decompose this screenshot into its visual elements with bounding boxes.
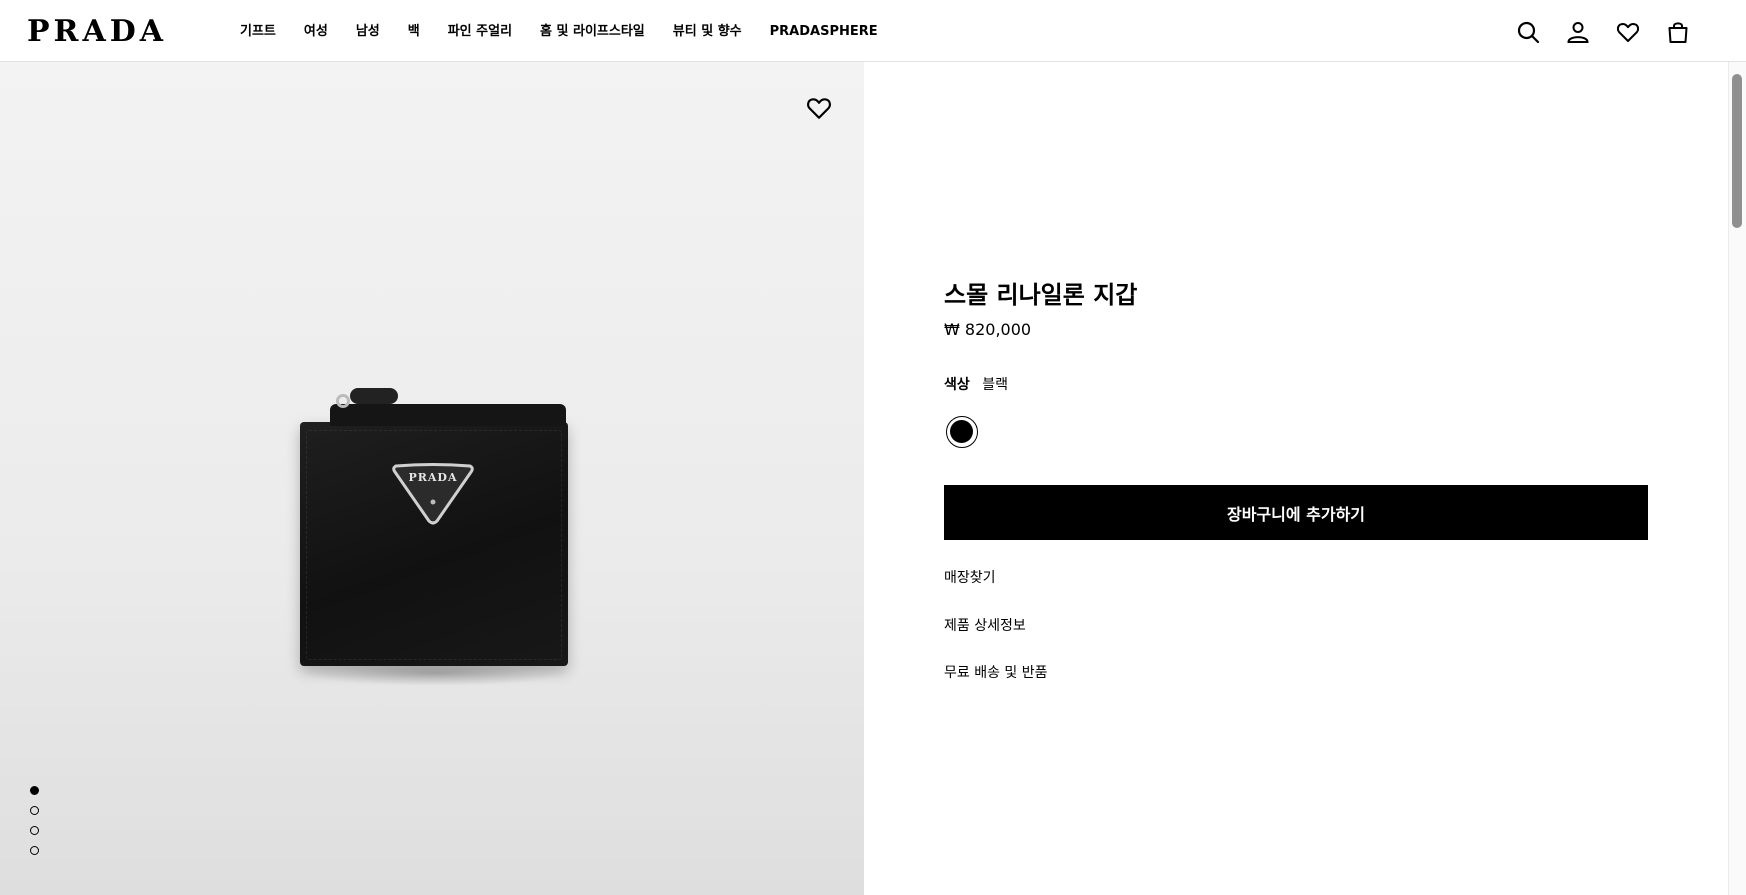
- product-gallery[interactable]: PRADA: [0, 62, 864, 895]
- gallery-pagination: [30, 786, 39, 855]
- gallery-dot-3[interactable]: [30, 826, 39, 835]
- nav-item-bags[interactable]: 백: [408, 24, 420, 40]
- find-store-link[interactable]: 매장찾기: [944, 567, 996, 587]
- gallery-dot-1[interactable]: [30, 786, 39, 795]
- color-swatch-black[interactable]: [946, 416, 978, 448]
- add-to-cart-button[interactable]: 장바구니에 추가하기: [944, 485, 1648, 540]
- scrollbar-thumb[interactable]: [1732, 74, 1742, 228]
- color-selector-label: 색상 블랙: [944, 374, 1008, 394]
- gallery-dot-2[interactable]: [30, 806, 39, 815]
- heart-outline-icon[interactable]: [806, 95, 832, 121]
- zipper-ring: [336, 394, 350, 408]
- free-shipping-returns-link[interactable]: 무료 배송 및 반품: [944, 662, 1048, 682]
- header-icons: [1516, 20, 1690, 44]
- nav-item-beauty-fragrance[interactable]: 뷰티 및 향수: [673, 24, 742, 40]
- site-header: PRADA 기프트 여성 남성 백 파인 주얼리 홈 및 라이프스타일 뷰티 및…: [0, 0, 1746, 62]
- nav-item-gift[interactable]: 기프트: [240, 24, 276, 40]
- wishlist-icon[interactable]: [1616, 20, 1640, 44]
- shopping-bag-icon[interactable]: [1666, 20, 1690, 44]
- account-icon[interactable]: [1566, 20, 1590, 44]
- product-title: 스몰 리나일론 지갑: [944, 281, 1138, 309]
- product-details-link[interactable]: 제품 상세정보: [944, 615, 1026, 635]
- gallery-dot-4[interactable]: [30, 846, 39, 855]
- nav-item-home-lifestyle[interactable]: 홈 및 라이프스타일: [540, 24, 645, 40]
- color-label: 색상: [944, 377, 970, 393]
- nav-item-women[interactable]: 여성: [304, 24, 328, 40]
- color-value: 블랙: [982, 377, 1008, 393]
- wallet-zipper: [330, 388, 566, 426]
- triangle-logo-plaque: PRADA: [390, 462, 476, 526]
- nav-item-men[interactable]: 남성: [356, 24, 380, 40]
- product-price: ₩ 820,000: [944, 320, 1032, 339]
- swatch-fill: [950, 420, 973, 443]
- page-scrollbar[interactable]: [1728, 62, 1746, 895]
- zipper-pull: [350, 388, 398, 404]
- search-icon[interactable]: [1516, 20, 1540, 44]
- prada-logo[interactable]: PRADA: [27, 17, 167, 47]
- product-info: 스몰 리나일론 지갑 ₩ 820,000 색상 블랙 장바구니에 추가하기 매장…: [944, 62, 1648, 895]
- nav-item-fine-jewelry[interactable]: 파인 주얼리: [448, 24, 512, 40]
- main-nav: 기프트 여성 남성 백 파인 주얼리 홈 및 라이프스타일 뷰티 및 향수 PR…: [240, 24, 906, 40]
- product-image-wallet: PRADA: [300, 388, 568, 666]
- nav-item-pradasphere[interactable]: PRADASPHERE: [770, 24, 878, 40]
- plaque-logo-text: PRADA: [408, 471, 458, 484]
